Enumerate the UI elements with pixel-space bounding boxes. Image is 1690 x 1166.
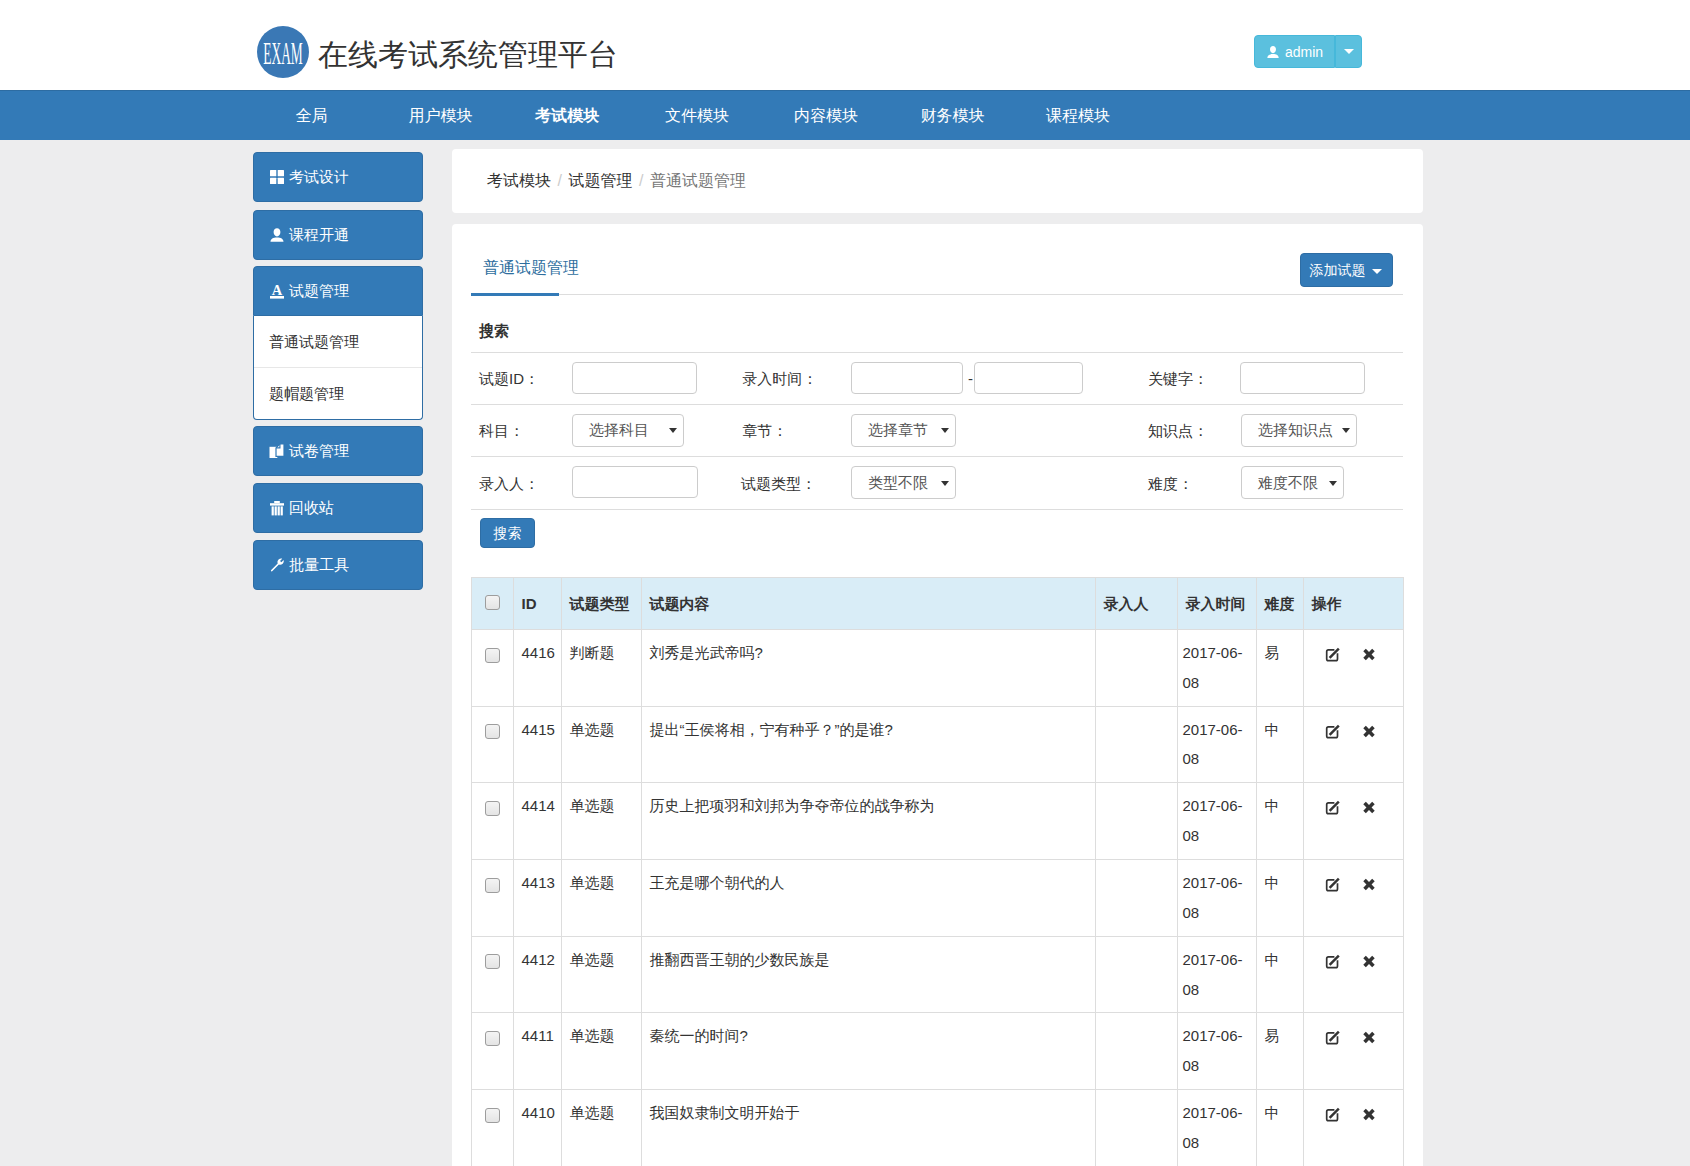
svg-text:A: A <box>272 283 283 298</box>
